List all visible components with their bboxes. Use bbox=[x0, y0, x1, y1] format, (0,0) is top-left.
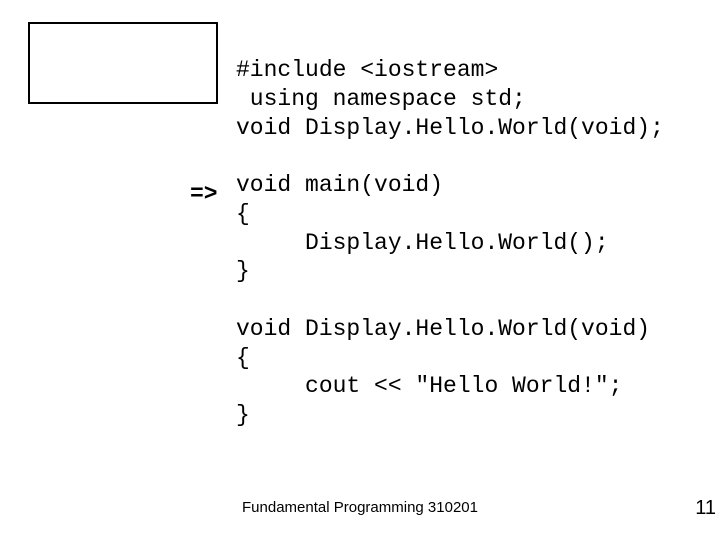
empty-box bbox=[28, 22, 218, 104]
code-line: void main(void) bbox=[236, 172, 443, 198]
code-block: #include <iostream> using namespace std;… bbox=[236, 56, 664, 430]
page-number: 11 bbox=[695, 497, 716, 520]
code-line: } bbox=[236, 402, 250, 428]
arrow-marker: => bbox=[190, 181, 218, 207]
code-line: #include <iostream> bbox=[236, 57, 498, 83]
code-line: void Display.Hello.World(void); bbox=[236, 115, 664, 141]
code-line: Display.Hello.World(); bbox=[236, 230, 609, 256]
code-line: { bbox=[236, 201, 250, 227]
code-line: cout << "Hello World!"; bbox=[236, 373, 622, 399]
code-line: using namespace std; bbox=[236, 86, 526, 112]
code-line: void Display.Hello.World(void) bbox=[236, 316, 650, 342]
slide: => #include <iostream> using namespace s… bbox=[0, 0, 720, 540]
footer-text: Fundamental Programming 310201 bbox=[0, 499, 720, 516]
code-line: } bbox=[236, 258, 250, 284]
code-line: { bbox=[236, 345, 250, 371]
